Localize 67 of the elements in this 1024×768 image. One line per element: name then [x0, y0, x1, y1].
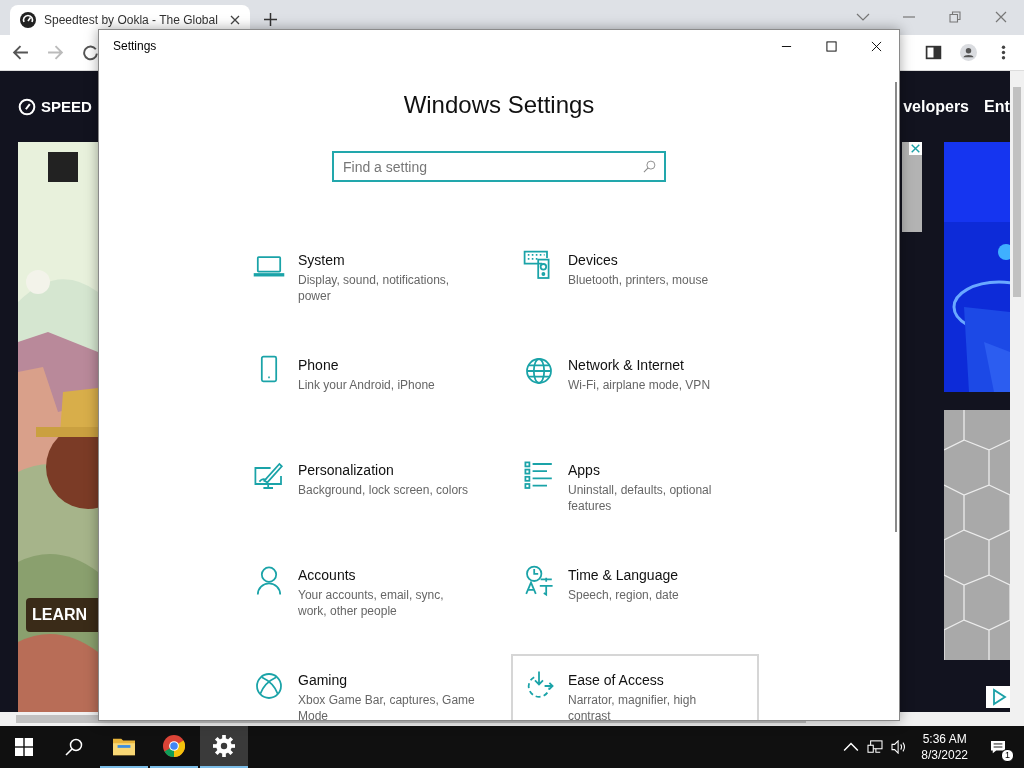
setting-description: Xbox Game Bar, captures, Game Mode [298, 692, 475, 720]
volume-icon[interactable] [891, 740, 908, 754]
setting-description: Wi-Fi, airplane mode, VPN [568, 377, 712, 393]
search-icon [643, 160, 656, 173]
profile-icon[interactable] [960, 44, 977, 61]
settings-tile[interactable]: Apps Uninstall, defaults, optional features [511, 444, 759, 549]
window-title: Settings [113, 39, 157, 53]
setting-description: Background, lock screen, colors [298, 482, 470, 498]
gauge-icon [20, 12, 36, 28]
settings-tile[interactable]: Time & Language Speech, region, date [511, 549, 759, 654]
clock-time[interactable]: 5:36 AM [922, 731, 967, 747]
setting-name[interactable]: Personalization [298, 460, 475, 480]
back-icon[interactable] [12, 44, 29, 61]
sidebar-icon[interactable] [925, 44, 942, 61]
close-icon[interactable] [230, 15, 240, 25]
settings-icon [213, 735, 235, 757]
settings-tile[interactable]: System Display, sound, notifications, power [241, 234, 489, 339]
grid-icon [15, 738, 33, 756]
x-circle-icon [253, 670, 285, 702]
monitor-brush-icon [253, 460, 285, 492]
page-heading: Windows Settings [402, 90, 596, 120]
network-icon[interactable] [867, 740, 884, 754]
taskbar-app[interactable] [200, 726, 248, 768]
setting-name[interactable]: System [298, 250, 475, 270]
new-tab-icon[interactable] [264, 13, 277, 26]
settings-tile[interactable]: Ease of Access Narrator, magnifier, high contrast [511, 654, 759, 720]
list-icon [523, 460, 555, 492]
clock-date[interactable]: 8/3/2022 [921, 747, 968, 763]
globe-icon [523, 355, 555, 387]
nav-link[interactable]: Ent [984, 97, 1010, 116]
play-icon[interactable] [986, 686, 1010, 708]
learn-more-button[interactable]: LEARN [26, 598, 98, 632]
scrollbar[interactable] [1010, 71, 1024, 712]
chevron-icon[interactable] [843, 740, 860, 754]
tab-title: Speedtest by Ookla - The Global [44, 13, 219, 27]
settings-tile[interactable]: Phone Link your Android, iPhone [241, 339, 489, 444]
setting-name[interactable]: Accounts [298, 565, 475, 585]
notification-icon[interactable] [990, 740, 1006, 754]
site-logo[interactable]: SPEED [41, 98, 92, 115]
setting-description: Link your Android, iPhone [298, 377, 436, 393]
notification-badge: 1 [1001, 749, 1014, 762]
nav-link[interactable]: velopers [903, 97, 969, 116]
setting-name[interactable]: Network & Internet [568, 355, 733, 375]
settings-tile[interactable]: Devices Bluetooth, printers, mouse [511, 234, 759, 339]
settings-tile[interactable]: Accounts Your accounts, email, sync, work, other people [241, 549, 489, 654]
setting-name[interactable]: Apps [568, 460, 733, 480]
clock-icon [523, 565, 555, 597]
setting-description: Speech, region, date [568, 587, 680, 603]
browser-icon [163, 735, 185, 757]
setting-description: Narrator, magnifier, high contrast [568, 692, 698, 720]
setting-name[interactable]: Devices [568, 250, 733, 270]
restore-icon[interactable] [948, 11, 962, 23]
setting-name[interactable]: Gaming [298, 670, 475, 690]
settings-tile[interactable]: Network & Internet Wi-Fi, airplane mode, VPN [511, 339, 759, 444]
reload-icon[interactable] [82, 44, 99, 61]
setting-description: Display, sound, notifications, power [298, 272, 451, 304]
setting-description: Bluetooth, printers, mouse [568, 272, 710, 288]
settings-tile[interactable]: Gaming Xbox Game Bar, captures, Game Mode [241, 654, 489, 720]
gauge-icon [18, 97, 36, 116]
setting-description: Uninstall, defaults, optional features [568, 482, 713, 514]
settings-tile[interactable]: Personalization Background, lock screen, colors [241, 444, 489, 549]
setting-name[interactable]: Ease of Access [568, 670, 733, 690]
setting-name[interactable]: Time & Language [568, 565, 733, 585]
setting-name[interactable]: Phone [298, 355, 475, 375]
setting-description: Your accounts, email, sync, work, other people [298, 587, 445, 619]
search-icon [65, 738, 83, 756]
search-field[interactable]: Find a setting [332, 151, 666, 182]
